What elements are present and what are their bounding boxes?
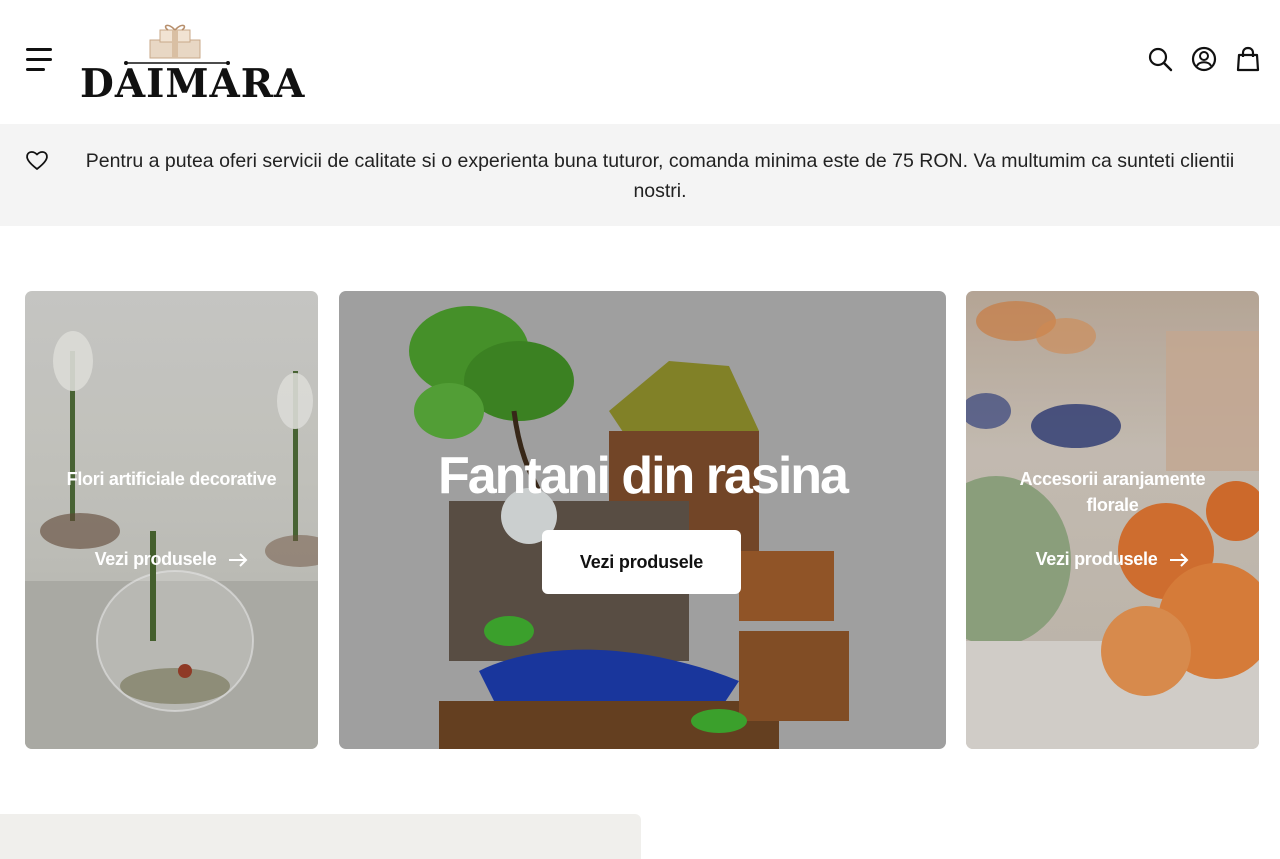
card-overlay — [966, 291, 1259, 749]
link-label: Vezi produsele — [94, 549, 217, 569]
category-card-flori[interactable]: Flori artificiale decorative Vezi produs… — [25, 291, 318, 749]
view-products-button[interactable]: Vezi produsele — [542, 530, 741, 594]
announcement-text: Pentru a putea oferi servicii de calitat… — [85, 150, 1235, 202]
next-section-panel — [0, 814, 641, 859]
view-products-link[interactable]: Vezi produsele — [25, 549, 318, 570]
brand-name: DAIMARA — [80, 61, 306, 107]
account-icon[interactable] — [1190, 45, 1218, 73]
card-overlay — [339, 291, 946, 749]
cart-icon[interactable] — [1234, 45, 1262, 73]
announcement-bar: Pentru a putea oferi servicii de calitat… — [0, 124, 1280, 226]
site-header: DAIMARA — [0, 0, 1280, 124]
brand-logo[interactable]: DAIMARA — [78, 20, 304, 104]
card-title: Flori artificiale decorative — [66, 469, 277, 489]
link-label: Vezi produsele — [1035, 549, 1158, 569]
card-overlay — [25, 291, 318, 749]
gift-icon — [149, 24, 201, 59]
search-icon[interactable] — [1146, 45, 1174, 73]
arrow-right-icon — [1170, 552, 1189, 567]
card-title: Accesorii aranjamente florale — [1019, 469, 1206, 515]
heart-icon — [26, 151, 48, 170]
menu-icon[interactable] — [24, 46, 56, 74]
header-actions — [1146, 45, 1262, 75]
card-title: Fantani din rasina — [438, 447, 849, 505]
arrow-right-icon — [229, 552, 248, 567]
category-card-fantani[interactable]: Fantani din rasina Vezi produsele — [339, 291, 946, 749]
category-card-accesorii[interactable]: Accesorii aranjamente florale Vezi produ… — [966, 291, 1259, 749]
view-products-link[interactable]: Vezi produsele — [966, 549, 1259, 570]
